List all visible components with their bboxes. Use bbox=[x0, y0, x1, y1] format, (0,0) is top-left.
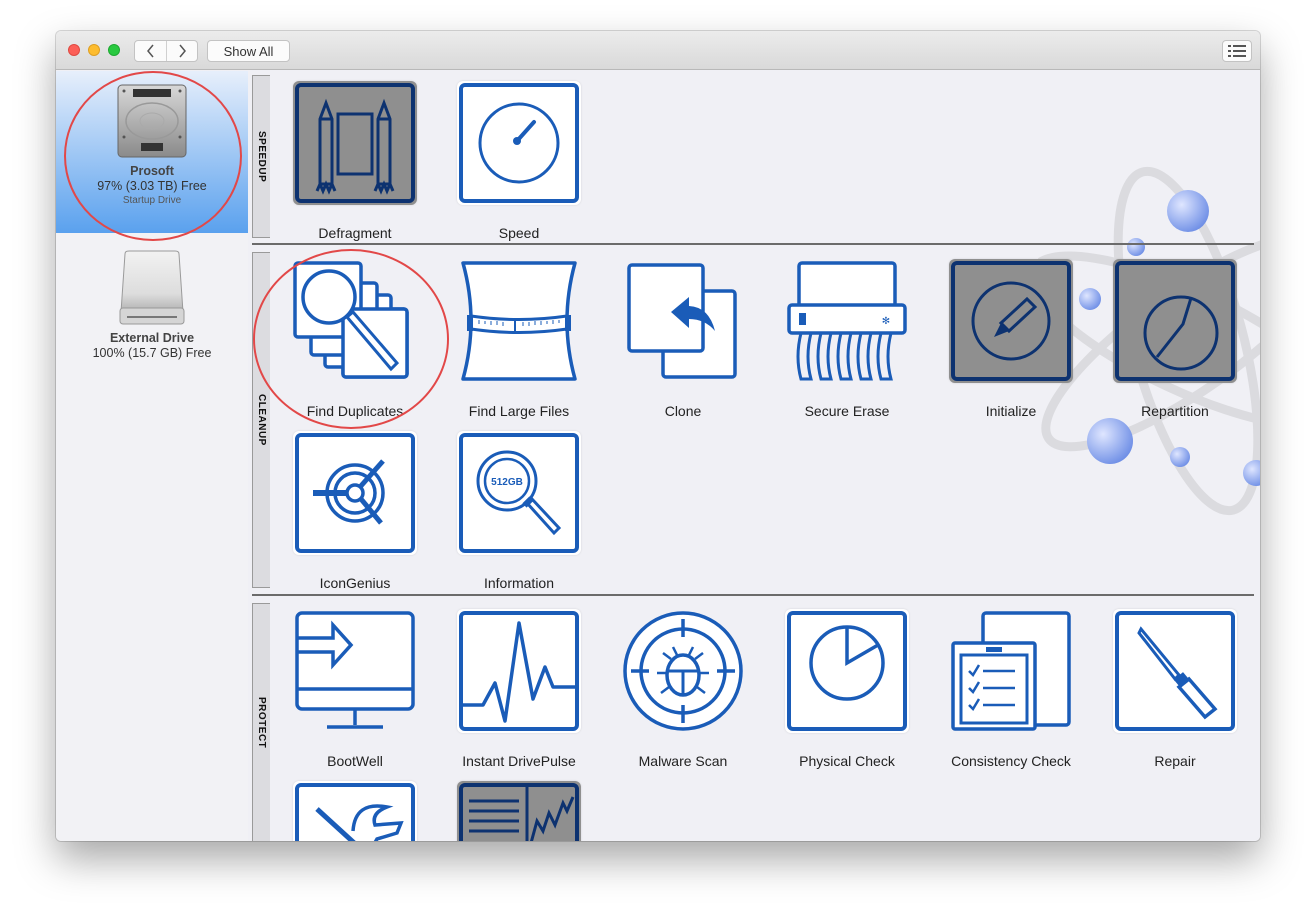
external-drive-icon bbox=[119, 250, 185, 325]
speedometer-icon bbox=[459, 83, 579, 203]
tool-physical-check[interactable]: Physical Check bbox=[777, 609, 917, 769]
tool-label: BootWell bbox=[327, 753, 383, 769]
tool-label: Speed bbox=[498, 225, 540, 241]
drive-name: Prosoft bbox=[130, 164, 174, 178]
tool-label: Instant DrivePulse bbox=[462, 753, 576, 769]
close-window-button[interactable] bbox=[68, 44, 80, 56]
pie-chart-icon bbox=[787, 611, 907, 731]
svg-text:✻: ✻ bbox=[882, 316, 890, 327]
drive-item-prosoft[interactable]: Prosoft 97% (3.03 TB) Free Startup Drive bbox=[56, 71, 248, 233]
tool-label: Information bbox=[483, 575, 555, 591]
drive-sidebar: Prosoft 97% (3.03 TB) Free Startup Drive… bbox=[56, 71, 248, 841]
shredder-icon: ✻ bbox=[787, 261, 907, 381]
tool-information[interactable]: 512GB Information bbox=[449, 431, 589, 591]
tool-label: Repair bbox=[1154, 753, 1196, 769]
tool-toolkit[interactable] bbox=[285, 781, 425, 841]
section-tab-speedup: SPEEDUP bbox=[252, 75, 270, 238]
information-badge: 512GB bbox=[491, 477, 523, 488]
clipboard-checklist-icon bbox=[951, 611, 1071, 731]
show-all-button[interactable]: Show All bbox=[207, 40, 290, 62]
find-duplicates-icon bbox=[293, 261, 409, 379]
title-bar: Show All bbox=[56, 31, 1260, 70]
tool-find-duplicates[interactable]: Find Duplicates bbox=[285, 259, 425, 419]
monitor-arrow-icon bbox=[295, 611, 415, 729]
tool-repair[interactable]: Repair bbox=[1105, 609, 1245, 769]
tool-label: IconGenius bbox=[319, 575, 391, 591]
defragment-rockets-icon bbox=[295, 83, 415, 203]
drive-item-external[interactable]: External Drive 100% (15.7 GB) Free bbox=[56, 247, 248, 377]
tools-panel: SPEEDUP Defragment Speed CLEANUP Find Du… bbox=[248, 71, 1260, 841]
section-divider bbox=[252, 594, 1254, 596]
report-graph-icon bbox=[459, 783, 579, 841]
screwdriver-icon bbox=[1115, 611, 1235, 731]
navigation-buttons bbox=[134, 40, 198, 62]
tool-icongenius[interactable]: IconGenius bbox=[285, 431, 425, 591]
tool-bootwell[interactable]: BootWell bbox=[285, 609, 425, 769]
clone-icon bbox=[627, 263, 737, 379]
pulse-chart-icon bbox=[459, 611, 579, 731]
drive-name: External Drive bbox=[109, 331, 195, 345]
back-button[interactable] bbox=[135, 41, 166, 61]
tool-clone[interactable]: Clone bbox=[613, 259, 753, 419]
tool-label: Physical Check bbox=[799, 753, 895, 769]
chevron-left-icon bbox=[146, 44, 154, 58]
drive-subtitle: Startup Drive bbox=[122, 195, 182, 206]
minimize-window-button[interactable] bbox=[88, 44, 100, 56]
tool-repartition[interactable]: Repartition bbox=[1105, 259, 1245, 419]
drive-free-space: 97% (3.03 TB) Free bbox=[97, 179, 207, 193]
bug-crosshair-icon bbox=[623, 611, 743, 731]
tool-label: Malware Scan bbox=[638, 753, 728, 769]
tool-initialize[interactable]: Initialize bbox=[941, 259, 1081, 419]
section-tab-protect: PROTECT bbox=[252, 603, 270, 841]
tool-find-large-files[interactable]: Find Large Files bbox=[449, 259, 589, 419]
tool-malware-scan[interactable]: Malware Scan bbox=[613, 609, 753, 769]
tool-label: Defragment bbox=[318, 225, 392, 241]
tool-label: Find Duplicates bbox=[306, 403, 404, 419]
list-view-icon bbox=[1228, 45, 1246, 57]
zoom-window-button[interactable] bbox=[108, 44, 120, 56]
tool-label: Repartition bbox=[1141, 403, 1209, 419]
tool-label: Find Large Files bbox=[468, 403, 570, 419]
tool-consistency-check[interactable]: Consistency Check bbox=[941, 609, 1081, 769]
drive-free-space: 100% (15.7 GB) Free bbox=[92, 346, 212, 360]
magnifier-512gb-icon: 512GB bbox=[459, 433, 579, 553]
chevron-right-icon bbox=[179, 44, 186, 58]
tool-defragment[interactable]: Defragment bbox=[285, 81, 425, 241]
target-icon bbox=[295, 433, 415, 553]
tool-instant-drivepulse[interactable]: Instant DrivePulse bbox=[449, 609, 589, 769]
tool-label: Clone bbox=[664, 403, 702, 419]
tool-label: Secure Erase bbox=[804, 403, 890, 419]
tool-label: Initialize bbox=[985, 403, 1037, 419]
tool-report[interactable] bbox=[449, 781, 589, 841]
tool-secure-erase[interactable]: ✻ Secure Erase bbox=[777, 259, 917, 419]
section-divider bbox=[252, 243, 1254, 245]
app-window: Show All Prosoft 97% (3.03 TB) Free Star… bbox=[56, 31, 1260, 841]
section-tab-cleanup: CLEANUP bbox=[252, 252, 270, 588]
tools-hammer-icon bbox=[295, 783, 415, 841]
tool-label: Consistency Check bbox=[951, 753, 1071, 769]
pencil-circle-icon bbox=[951, 261, 1071, 381]
forward-button[interactable] bbox=[166, 41, 197, 61]
hard-drive-icon bbox=[117, 84, 187, 158]
tool-speed[interactable]: Speed bbox=[449, 81, 589, 241]
partition-pie-icon bbox=[1115, 261, 1235, 381]
measuring-tape-icon bbox=[461, 261, 577, 381]
list-view-button[interactable] bbox=[1222, 40, 1252, 62]
